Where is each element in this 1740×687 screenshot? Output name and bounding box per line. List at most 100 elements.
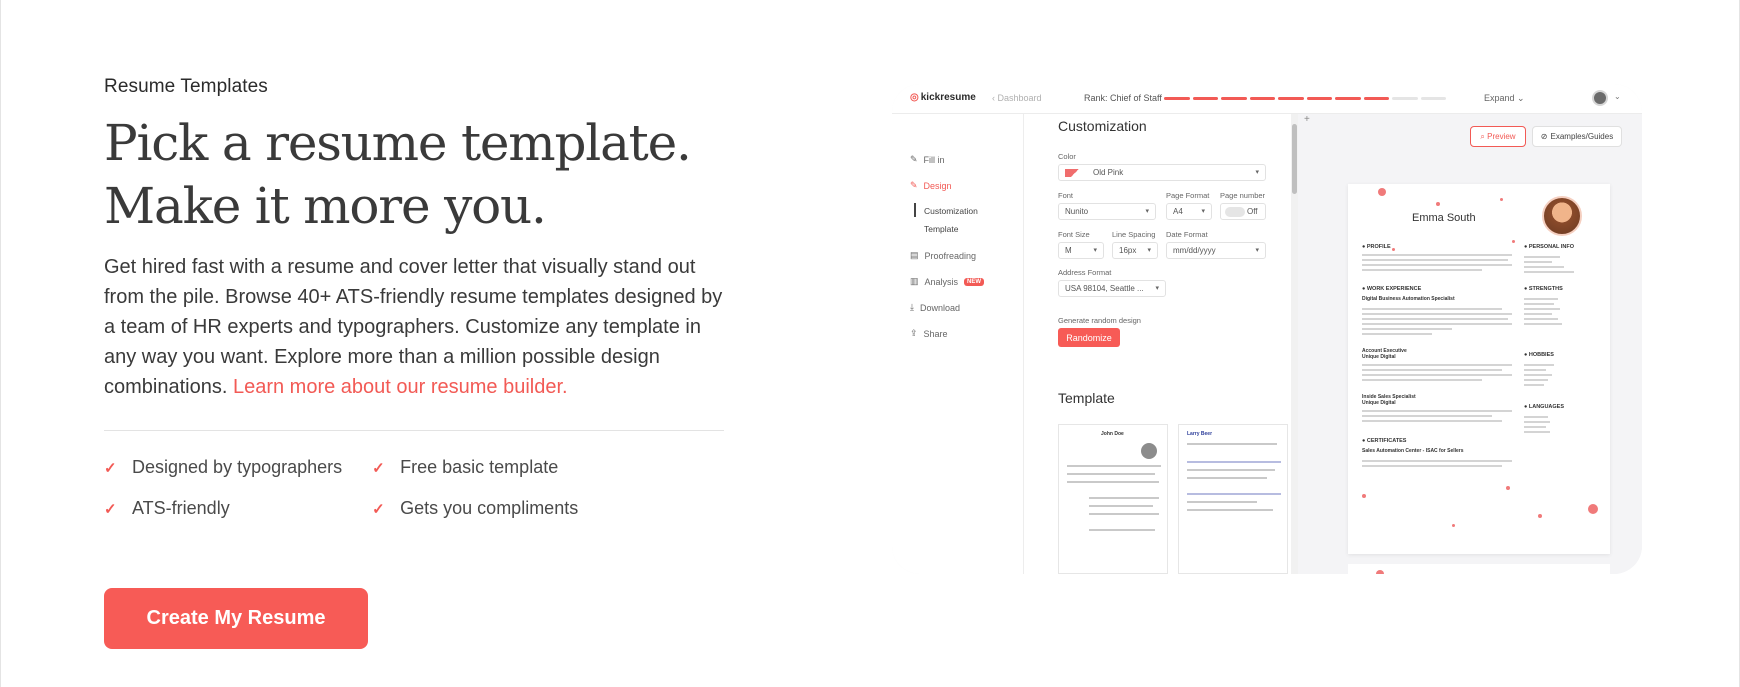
plus-icon[interactable]: +	[1304, 114, 1310, 125]
resume-line	[1362, 410, 1512, 412]
template-line	[1187, 509, 1273, 511]
checkmark-icon: ✓	[372, 500, 385, 518]
examples-guides-button[interactable]: ⊘ Examples/Guides	[1532, 126, 1622, 147]
date-format-label: Date Format	[1166, 230, 1208, 239]
download-icon: ⤓	[910, 302, 914, 312]
decor-dot	[1506, 486, 1510, 490]
resume-line	[1362, 264, 1512, 266]
logo-mark-icon: ◎	[910, 92, 919, 103]
feature-item: ✓ ATS-friendly	[104, 498, 342, 519]
chevron-down-icon: ▾	[1145, 208, 1149, 215]
checkmark-icon: ✓	[104, 500, 117, 518]
template-photo	[1141, 443, 1157, 459]
resume-line	[1524, 364, 1554, 366]
sidebar-item-fill-in[interactable]: ✎ Fill in	[910, 154, 945, 165]
resume-section-heading: ● STRENGTHS	[1524, 286, 1563, 292]
resume-line	[1524, 266, 1564, 268]
decor-dot	[1392, 248, 1395, 251]
headline-line-1: Pick a resume template.	[104, 114, 692, 172]
color-value: Old Pink	[1093, 168, 1124, 177]
address-format-select[interactable]: USA 98104, Seattle ... ▾	[1058, 280, 1166, 297]
decor-dot	[1452, 524, 1455, 527]
create-resume-button[interactable]: Create My Resume	[104, 588, 368, 649]
template-line	[1067, 465, 1161, 467]
template-card[interactable]: John Doe	[1058, 424, 1168, 574]
date-format-value: mm/dd/yyyy	[1173, 246, 1216, 255]
font-value: Nunito	[1065, 207, 1089, 216]
app-preview-screenshot: ◎ kickresume ‹ Dashboard Rank: Chief of S…	[892, 84, 1642, 574]
page-format-value: A4	[1173, 207, 1183, 216]
resume-line	[1362, 465, 1502, 467]
randomize-button[interactable]: Randomize	[1058, 328, 1120, 347]
search-icon: ⌕	[1480, 131, 1485, 141]
template-line	[1089, 529, 1155, 531]
date-format-select[interactable]: mm/dd/yyyy ▾	[1166, 242, 1266, 259]
resume-line	[1362, 460, 1512, 462]
template-line	[1089, 513, 1159, 515]
expand-dropdown[interactable]: Expand ⌄	[1484, 93, 1525, 104]
app-logo[interactable]: ◎ kickresume	[910, 92, 976, 103]
examples-label: Examples/Guides	[1550, 132, 1614, 141]
sidebar-item-download[interactable]: ⤓ Download	[910, 302, 960, 313]
sidebar-item-design[interactable]: ✎ Design	[910, 180, 952, 191]
resume-line	[1524, 298, 1558, 300]
preview-button[interactable]: ⌕ Preview	[1470, 126, 1526, 147]
page-format-label: Page Format	[1166, 191, 1210, 200]
resume-line	[1524, 323, 1562, 325]
feature-label: Designed by typographers	[132, 457, 343, 477]
resume-line	[1362, 259, 1508, 261]
resume-section-heading: ● CERTIFICATES	[1362, 438, 1407, 444]
sidebar-item-label: Download	[919, 302, 961, 313]
font-select[interactable]: Nunito ▾	[1058, 203, 1156, 220]
decor-dot	[1538, 514, 1542, 518]
breadcrumb[interactable]: ‹ Dashboard	[992, 93, 1042, 103]
logo-text: kickresume	[920, 92, 976, 103]
resume-line	[1524, 261, 1552, 263]
resume-line	[1524, 431, 1550, 433]
resume-line	[1362, 313, 1512, 315]
resume-line	[1524, 303, 1554, 305]
feature-item: ✓ Free basic template	[372, 457, 578, 478]
resume-line	[1362, 318, 1508, 320]
line-spacing-select[interactable]: 16px ▾	[1112, 242, 1158, 259]
font-size-select[interactable]: M ▾	[1058, 242, 1104, 259]
sidebar-item-share[interactable]: ⇪ Share	[910, 328, 948, 339]
sidebar-item-analysis[interactable]: ▥ Analysis NEW	[910, 276, 985, 287]
feature-item: ✓ Gets you compliments	[372, 498, 578, 519]
resume-line	[1524, 318, 1558, 320]
rank-progress-segment	[1192, 97, 1218, 100]
toggle-switch[interactable]	[1225, 207, 1245, 217]
sidebar-subitem-customization[interactable]: Customization	[914, 203, 978, 217]
resume-line	[1524, 271, 1574, 273]
resume-section-heading: ● PROFILE	[1362, 244, 1391, 250]
rank-progress-segment	[1249, 97, 1275, 100]
resume-line	[1362, 308, 1502, 310]
page-format-select[interactable]: A4 ▾	[1166, 203, 1212, 220]
design-icon: ✎	[910, 180, 918, 190]
color-select[interactable]: Old Pink ▾	[1058, 164, 1266, 181]
chevron-down-icon: ▾	[1147, 247, 1151, 254]
chevron-down-icon[interactable]: ⌄	[1614, 92, 1621, 101]
share-icon: ⇪	[910, 328, 918, 338]
sidebar-item-proofreading[interactable]: ▤ Proofreading	[910, 250, 976, 261]
sidebar-subitem-template[interactable]: Template	[924, 224, 959, 234]
feature-label: ATS-friendly	[132, 498, 230, 518]
resume-section-heading: ● PERSONAL INFO	[1524, 244, 1574, 250]
sidebar-item-label: Fill in	[923, 154, 945, 165]
template-card-name: John Doe	[1101, 431, 1124, 437]
decor-dot	[1512, 240, 1515, 243]
avatar[interactable]	[1592, 90, 1608, 106]
page-number-value: Off	[1247, 207, 1258, 216]
resume-job-title: Digital Business Automation Specialist	[1362, 296, 1455, 302]
template-card[interactable]: Larry Beer	[1178, 424, 1288, 574]
resume-page-next	[1348, 564, 1610, 574]
scrollbar-thumb[interactable]	[1292, 124, 1297, 194]
checkmark-icon: ✓	[104, 459, 117, 477]
divider	[104, 430, 724, 431]
template-title: Template	[1058, 390, 1115, 406]
learn-more-link[interactable]: Learn more about our resume builder.	[233, 376, 568, 398]
new-badge: NEW	[964, 277, 985, 286]
resume-line	[1362, 333, 1432, 335]
rank-progress-segment	[1278, 97, 1304, 100]
template-card-name: Larry Beer	[1187, 431, 1213, 437]
